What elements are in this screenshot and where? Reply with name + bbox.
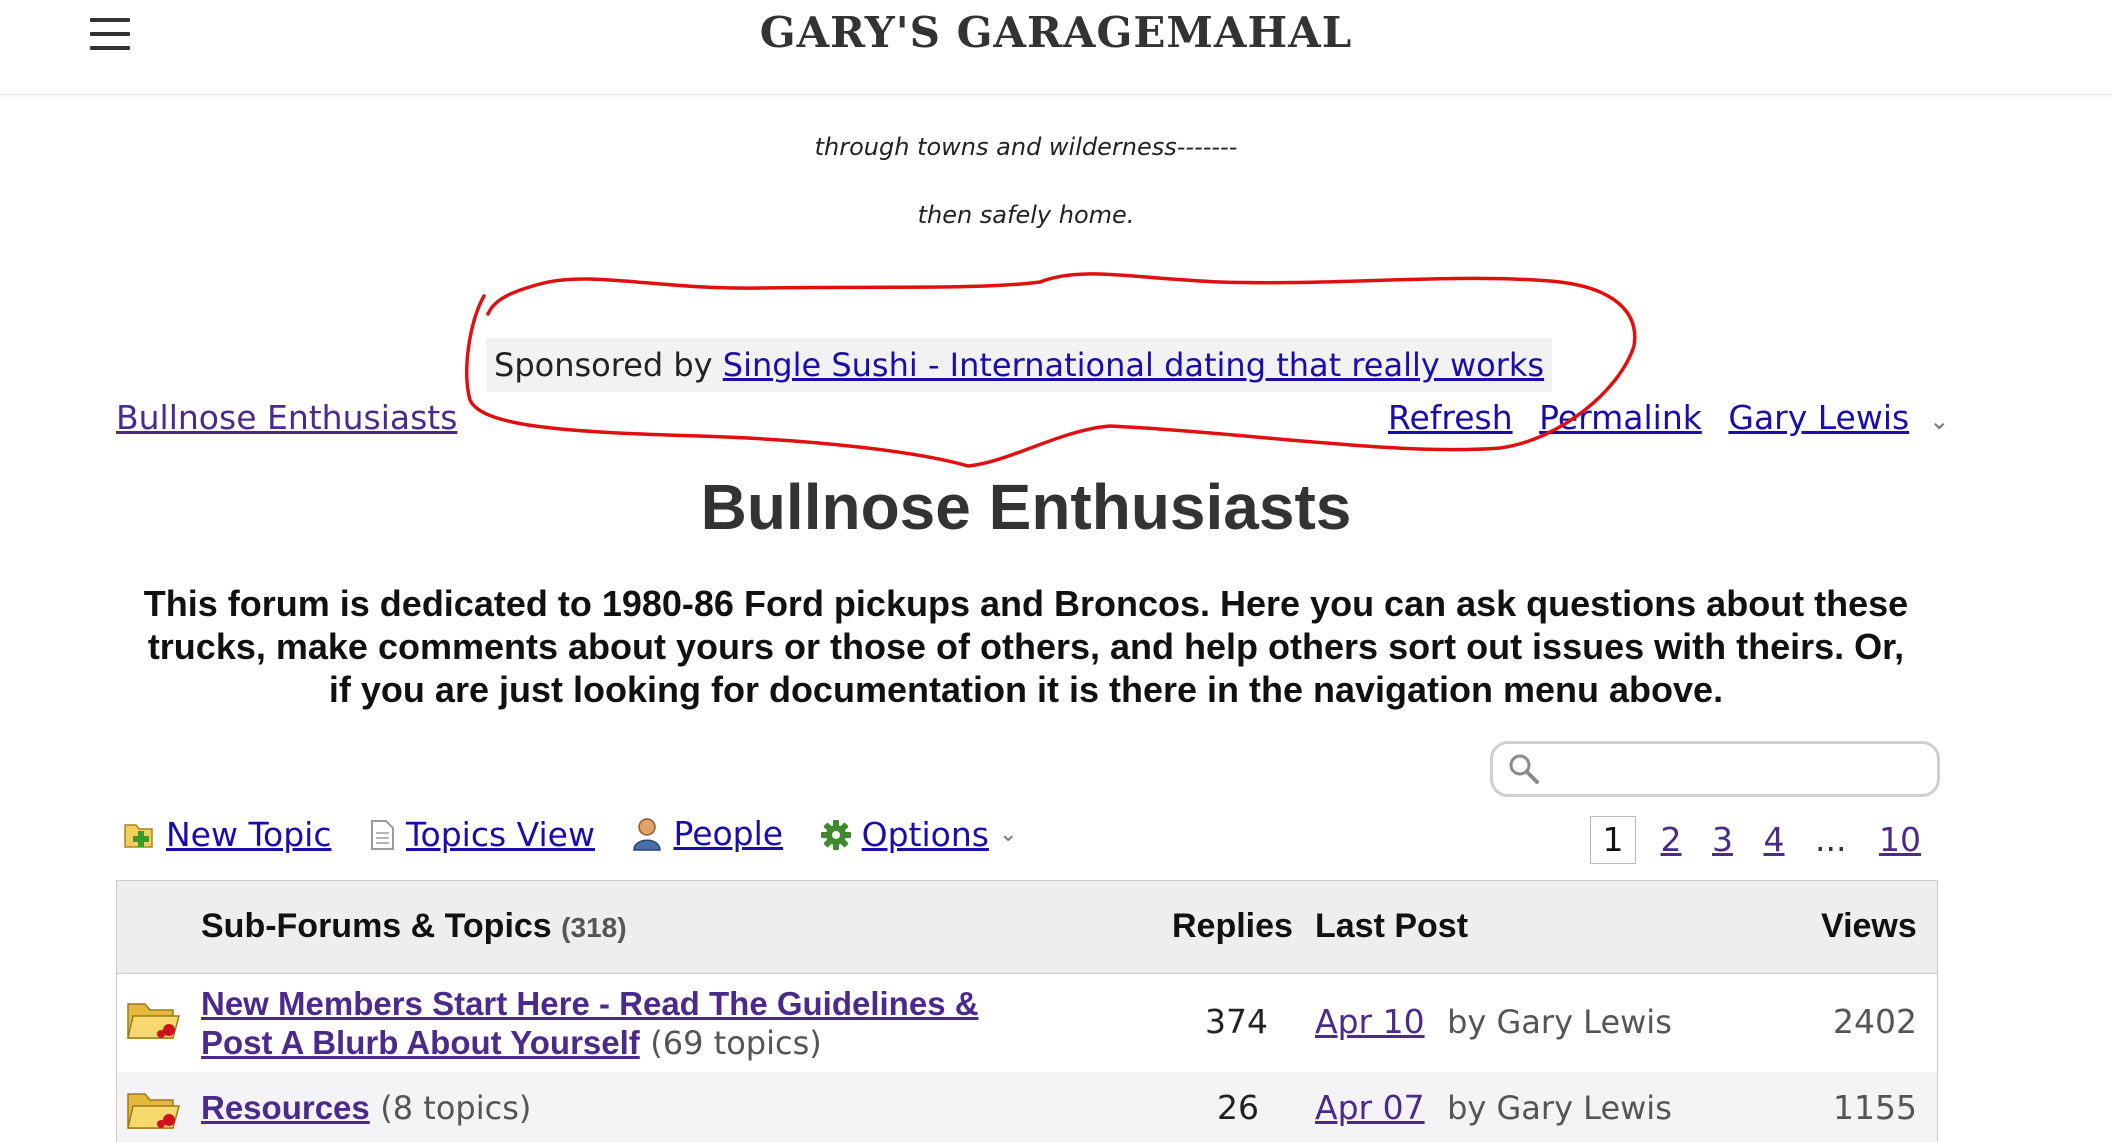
new-topic-link[interactable]: New Topic — [166, 815, 331, 854]
subforum-link[interactable]: Post A Blurb About Yourself — [201, 1024, 640, 1061]
sponsor-link[interactable]: Single Sushi - International dating that… — [723, 346, 1544, 384]
gear-icon — [820, 819, 851, 850]
last-post-author: by Gary Lewis — [1447, 1089, 1672, 1127]
sponsor-banner: Sponsored by Single Sushi - Internationa… — [486, 338, 1553, 392]
last-post-author: by Gary Lewis — [1447, 1003, 1672, 1041]
col-header-views[interactable]: Views — [1821, 907, 1917, 946]
page-link-last[interactable]: 10 — [1879, 820, 1921, 859]
topics-view-link[interactable]: Topics View — [406, 815, 595, 854]
new-topic-button[interactable]: New Topic — [122, 815, 331, 854]
subforum-link[interactable]: Resources — [201, 1089, 370, 1126]
last-post-cell: Apr 10 by Gary Lewis — [1315, 1002, 1672, 1041]
table-header: Sub-Forums & Topics (318) Replies Last P… — [117, 881, 1937, 974]
forum-toolbar: New Topic Topics View People Options ⌄ — [122, 814, 1043, 859]
last-post-date-link[interactable]: Apr 10 — [1315, 1002, 1425, 1041]
chevron-down-icon[interactable]: ⌄ — [999, 822, 1017, 847]
forum-description: This forum is dedicated to 1980-86 Ford … — [143, 583, 1909, 710]
document-icon — [370, 819, 394, 850]
search-icon — [1509, 754, 1539, 784]
page-link[interactable]: 2 — [1661, 820, 1682, 859]
views-cell: 2402 — [1833, 1002, 1917, 1041]
intro-line-1: through towns and wilderness------- — [814, 133, 1238, 161]
last-post-cell: Apr 07 by Gary Lewis — [1315, 1088, 1672, 1127]
chevron-down-icon[interactable]: ⌄ — [1929, 407, 1949, 435]
topics-count: (318) — [561, 912, 627, 943]
col-header-last-post[interactable]: Last Post — [1315, 907, 1468, 946]
page-link[interactable]: 3 — [1712, 820, 1733, 859]
subforum-link[interactable]: New Members Start Here - Read The Guidel… — [201, 985, 979, 1022]
page-ellipsis: ... — [1815, 820, 1847, 859]
replies-cell: 374 — [1205, 1002, 1268, 1041]
topic-cell: New Members Start Here - Read The Guidel… — [201, 984, 979, 1063]
options-button[interactable]: Options ⌄ — [820, 815, 1017, 854]
page-current: 1 — [1590, 816, 1636, 864]
col-header-topics[interactable]: Sub-Forums & Topics (318) — [201, 907, 627, 946]
sponsor-prefix: Sponsored by — [494, 346, 713, 384]
top-links: Refresh Permalink Gary Lewis ⌄ — [1388, 398, 1949, 437]
user-menu-link[interactable]: Gary Lewis — [1728, 398, 1909, 437]
pagination: 1 2 3 4 ... 10 — [1590, 816, 1941, 864]
topic-count: (69 topics) — [650, 1024, 822, 1062]
forum-title: Bullnose Enthusiasts — [700, 471, 1352, 543]
topic-count: (8 topics) — [380, 1089, 532, 1127]
search-box[interactable] — [1490, 741, 1940, 797]
permalink-link[interactable]: Permalink — [1539, 398, 1702, 437]
options-link[interactable]: Options — [862, 815, 989, 854]
topics-table: Sub-Forums & Topics (318) Replies Last P… — [116, 880, 1938, 1142]
search-input[interactable] — [1543, 748, 1927, 790]
table-row: New Members Start Here - Read The Guidel… — [117, 974, 1937, 1072]
people-link[interactable]: People — [673, 814, 783, 853]
folder-icon — [127, 1093, 180, 1129]
site-header: GARY'S GARAGEMAHAL — [0, 0, 2112, 95]
replies-cell: 26 — [1217, 1088, 1259, 1127]
person-icon — [633, 817, 662, 851]
intro-line-2: then safely home. — [917, 201, 1135, 229]
table-row: Resources (8 topics) 26 Apr 07 by Gary L… — [117, 1072, 1937, 1142]
topics-view-button[interactable]: Topics View — [368, 815, 595, 854]
views-cell: 1155 — [1833, 1088, 1917, 1127]
last-post-date-link[interactable]: Apr 07 — [1315, 1088, 1425, 1127]
people-button[interactable]: People — [631, 814, 783, 853]
breadcrumb[interactable]: Bullnose Enthusiasts — [116, 398, 457, 437]
site-title[interactable]: GARY'S GARAGEMAHAL — [0, 8, 2112, 57]
page-link[interactable]: 4 — [1764, 820, 1785, 859]
col-header-replies[interactable]: Replies — [1172, 907, 1293, 946]
folder-icon — [127, 1003, 180, 1039]
topic-cell: Resources (8 topics) — [201, 1088, 531, 1127]
new-topic-icon — [124, 823, 153, 848]
refresh-link[interactable]: Refresh — [1388, 398, 1513, 437]
